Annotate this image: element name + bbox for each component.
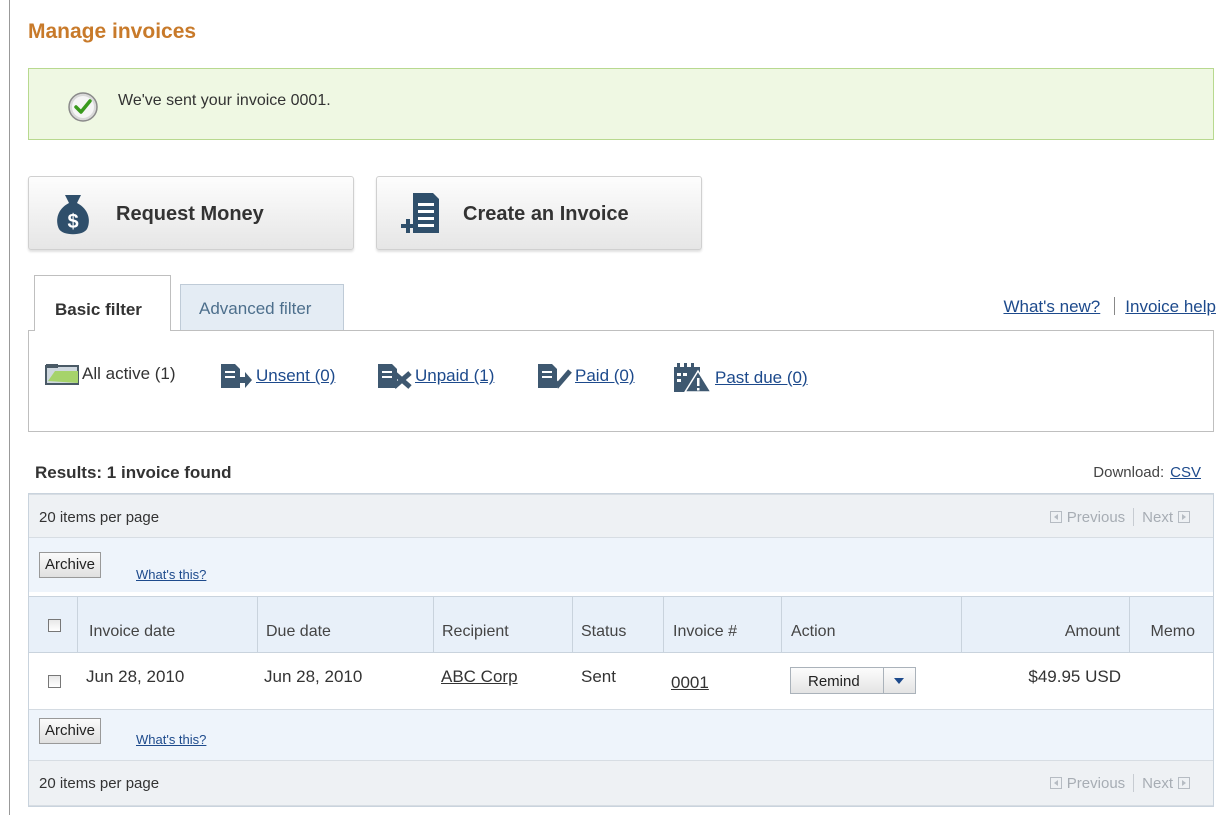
header-amount[interactable]: Amount: [962, 597, 1130, 652]
request-money-button[interactable]: $ Request Money: [28, 176, 354, 250]
filter-paid[interactable]: Paid (0): [536, 363, 635, 389]
calendar-warning-icon: [674, 363, 712, 393]
archive-button-bottom[interactable]: Archive: [39, 718, 102, 744]
header-memo: Memo: [1130, 597, 1213, 652]
header-invoice-number-label: Invoice #: [673, 623, 738, 640]
previous-arrow-icon: [1049, 777, 1062, 789]
download-area: Download: CSV: [1093, 464, 1201, 481]
row-status: Sent: [581, 667, 616, 686]
document-arrow-icon: [221, 364, 252, 388]
row-due-date: Jun 28, 2010: [264, 667, 363, 686]
row-invoice-date: Jun 28, 2010: [86, 667, 185, 686]
remind-split-button: Remind: [790, 667, 916, 694]
request-money-label: Request Money: [116, 203, 264, 225]
pager-nav-bottom: Previous Next: [1045, 774, 1195, 792]
tab-advanced-filter[interactable]: Advanced filter: [180, 284, 344, 330]
next-arrow-icon: [1178, 777, 1190, 789]
invoice-table: 20 items per page Previous Next Archive …: [28, 493, 1214, 807]
filter-unsent-link[interactable]: Unsent (0): [256, 366, 335, 386]
tab-basic-filter[interactable]: Basic filter: [34, 275, 171, 331]
results-summary: Results: 1 invoice found: [35, 463, 232, 482]
bottom-pager-bar: 20 items per page Previous Next: [29, 760, 1213, 806]
csv-download-link[interactable]: CSV: [1170, 464, 1201, 481]
success-banner: We've sent your invoice 0001.: [28, 68, 1214, 140]
success-message: We've sent your invoice 0001.: [118, 92, 331, 109]
previous-link-bottom[interactable]: Previous: [1067, 775, 1125, 792]
header-recipient-label: Recipient: [442, 623, 509, 640]
check-circle-icon: [68, 92, 98, 122]
items-per-page[interactable]: 20 items per page: [39, 509, 159, 526]
whats-this-link-bottom[interactable]: What's this?: [136, 732, 206, 747]
previous-arrow-icon: [1049, 511, 1062, 523]
filter-all-active-label: All active (1): [82, 364, 176, 383]
filter-unsent[interactable]: Unsent (0): [219, 363, 335, 389]
select-all-checkbox[interactable]: [48, 619, 61, 632]
header-recipient[interactable]: Recipient: [434, 597, 573, 652]
header-action-label: Action: [791, 623, 836, 640]
svg-text:$: $: [67, 211, 78, 233]
next-arrow-icon: [1178, 511, 1190, 523]
whats-this-link[interactable]: What's this?: [136, 567, 206, 582]
next-link-bottom[interactable]: Next: [1142, 775, 1173, 792]
document-x-icon: [378, 364, 412, 389]
previous-link[interactable]: Previous: [1067, 509, 1125, 526]
remind-button[interactable]: Remind: [808, 673, 860, 690]
filter-panel: All active (1) Unsent (0) Unpaid (1) Pai…: [28, 330, 1214, 432]
row-checkbox[interactable]: [48, 675, 61, 688]
next-link[interactable]: Next: [1142, 509, 1173, 526]
pager-divider: [1133, 508, 1135, 526]
header-invoice-date[interactable]: Invoice date: [78, 597, 258, 652]
select-all-column: [29, 597, 78, 652]
pager-nav: Previous Next: [1045, 508, 1195, 526]
link-divider: [1114, 297, 1116, 315]
new-document-icon: [401, 193, 439, 233]
header-amount-label: Amount: [1064, 623, 1120, 640]
table-header: Invoice date Due date Recipient Status I…: [29, 596, 1213, 653]
whats-new-link[interactable]: What's new?: [1003, 297, 1100, 316]
items-per-page-bottom[interactable]: 20 items per page: [39, 775, 159, 792]
top-action-row: Archive What's this?: [29, 538, 1213, 592]
header-action: Action: [782, 597, 962, 652]
header-due-date-label: Due date: [266, 623, 331, 640]
filter-past-due[interactable]: Past due (0): [672, 363, 808, 393]
filter-unpaid-link[interactable]: Unpaid (1): [415, 366, 494, 386]
header-status-label: Status: [581, 623, 627, 640]
header-memo-label: Memo: [1150, 623, 1195, 640]
header-invoice-number[interactable]: Invoice #: [664, 597, 782, 652]
top-pager-bar: 20 items per page Previous Next: [29, 494, 1213, 538]
download-label: Download:: [1093, 464, 1165, 481]
folder-icon: [45, 364, 79, 385]
window-left-border: [9, 0, 10, 815]
chevron-down-icon[interactable]: [894, 678, 904, 684]
filter-all-active[interactable]: All active (1): [45, 363, 176, 385]
invoice-help-link[interactable]: Invoice help: [1125, 297, 1216, 316]
filter-past-due-link[interactable]: Past due (0): [715, 368, 808, 388]
create-invoice-label: Create an Invoice: [463, 203, 629, 225]
row-amount: $49.95 USD: [1028, 667, 1121, 686]
tab-basic-filter-label: Basic filter: [55, 300, 142, 319]
row-recipient-link[interactable]: ABC Corp: [441, 667, 518, 687]
header-due-date[interactable]: Due date: [258, 597, 434, 652]
create-invoice-button[interactable]: Create an Invoice: [376, 176, 702, 250]
remind-divider: [883, 668, 884, 693]
page-title: Manage invoices: [28, 20, 197, 43]
table-row: Jun 28, 2010 Jun 28, 2010 ABC Corp Sent …: [29, 653, 1213, 710]
tab-advanced-filter-label: Advanced filter: [199, 299, 312, 318]
filter-paid-link[interactable]: Paid (0): [575, 366, 635, 386]
pager-divider: [1133, 774, 1135, 792]
money-bag-icon: $: [57, 195, 89, 235]
bottom-action-row: Archive What's this?: [29, 710, 1213, 760]
document-check-icon: [538, 364, 572, 389]
help-links: What's new? Invoice help: [1003, 297, 1216, 317]
filter-unpaid[interactable]: Unpaid (1): [376, 363, 494, 389]
archive-button[interactable]: Archive: [39, 552, 102, 578]
row-invoice-number-link[interactable]: 0001: [671, 673, 709, 693]
header-status[interactable]: Status: [573, 597, 664, 652]
header-invoice-date-label: Invoice date: [89, 623, 176, 640]
